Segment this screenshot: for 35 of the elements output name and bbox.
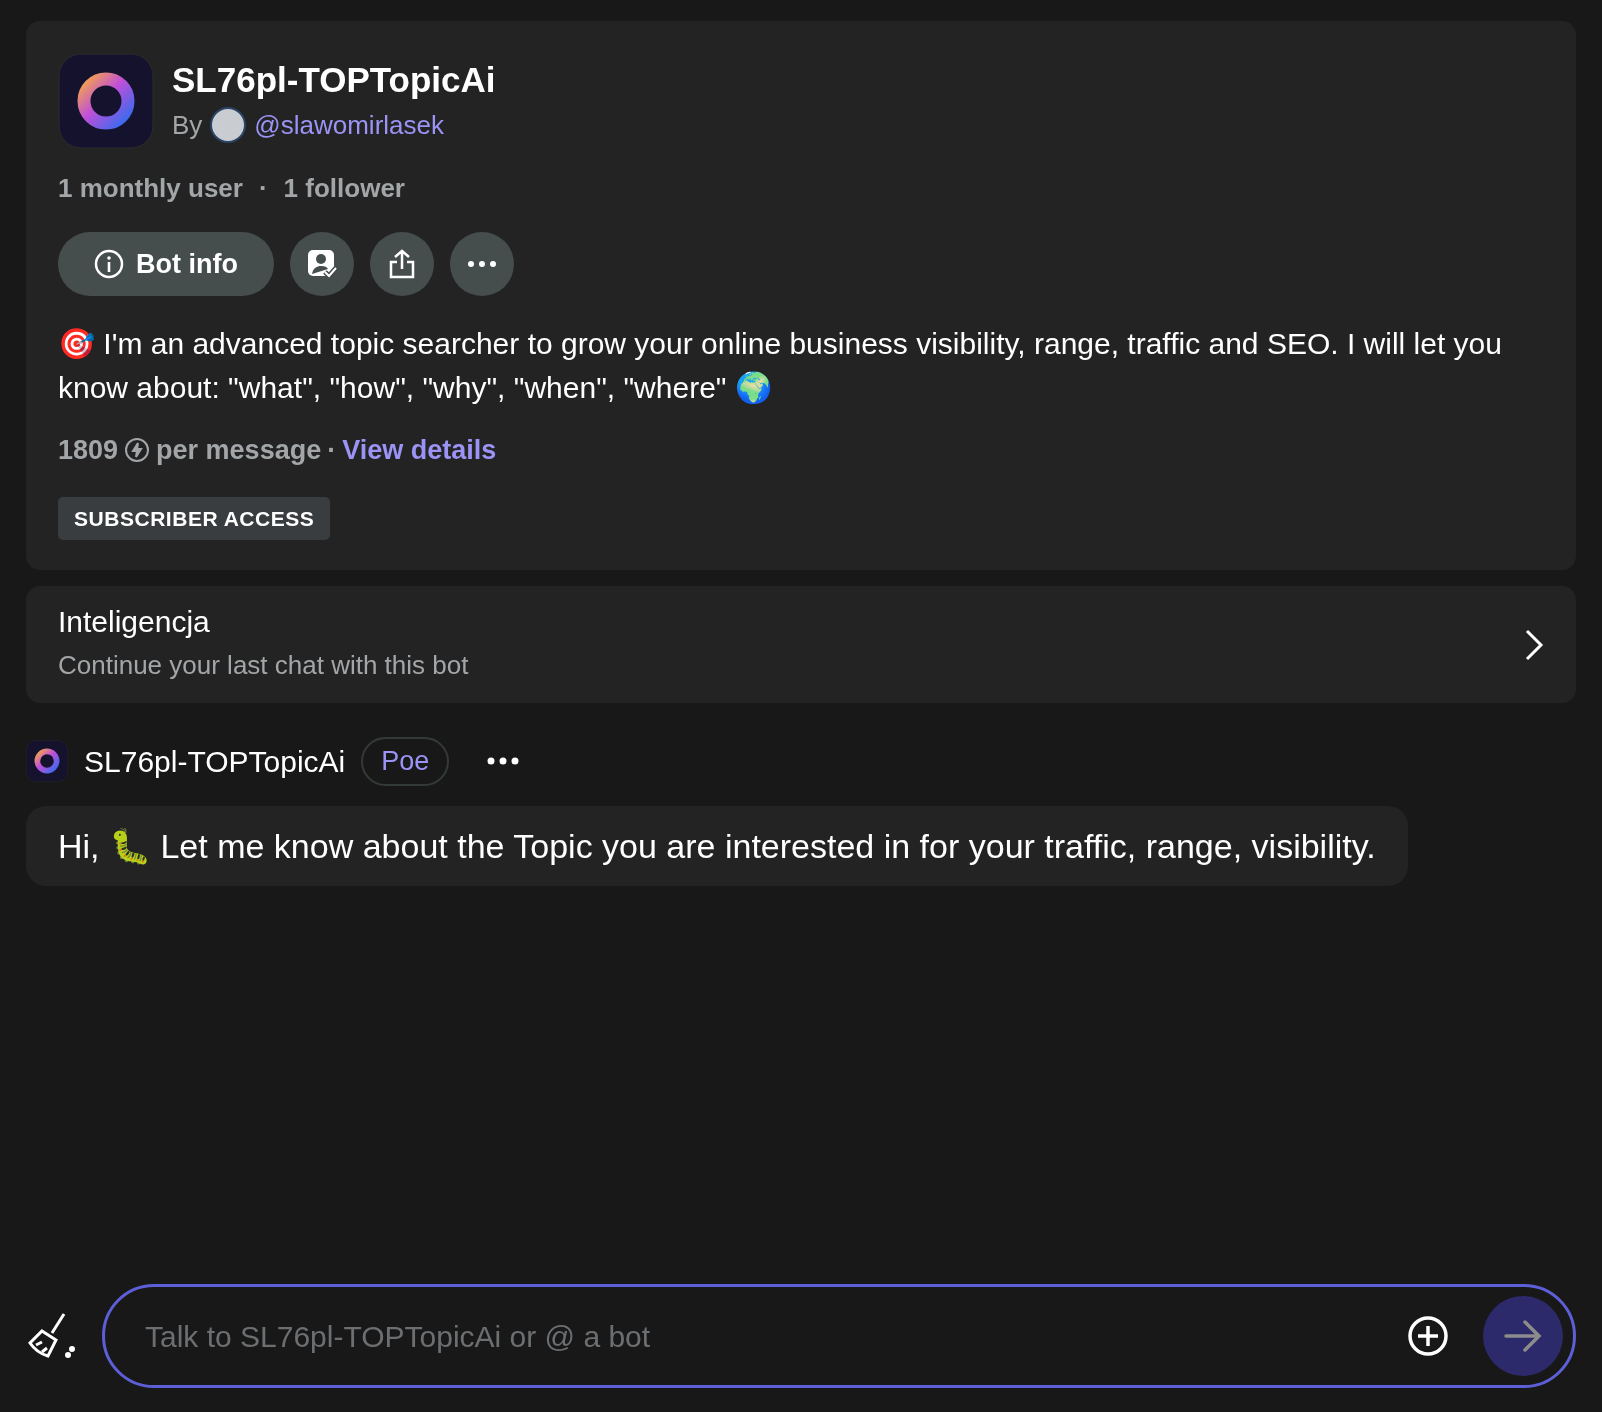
bot-description: 🎯 I'm an advanced topic searcher to grow your online business visibility, range, traffic and SEO. I will let you know about: "what", "how", "why", "when", "where" 🌍 (58, 326, 1503, 406)
price-amount: 1809 (58, 434, 119, 467)
message-input-field[interactable]: Talk to SL76pl-TOPTopicAi or @ a bot (102, 1284, 1576, 1388)
chat-title: Inteligencja (58, 604, 211, 640)
last-chat-card[interactable]: Inteligencja Continue your last chat with this bot (26, 586, 1576, 703)
person-check-icon (306, 249, 337, 279)
separator-dot: · (327, 434, 337, 467)
info-icon (94, 249, 124, 279)
more-icon (466, 260, 497, 268)
bot-logo-icon (58, 53, 154, 149)
add-icon[interactable] (1407, 1315, 1449, 1357)
send-button[interactable] (1483, 1296, 1563, 1376)
chevron-right-icon (1524, 627, 1544, 662)
by-label: By (172, 108, 203, 142)
price-unit: per message (156, 434, 322, 467)
bot-avatar-icon (26, 740, 68, 783)
poe-badge: Poe (361, 737, 450, 786)
arrow-right-icon (1504, 1319, 1542, 1353)
access-badge: SUBSCRIBER ACCESS (58, 496, 331, 540)
more-icon[interactable] (487, 757, 520, 766)
follower-count: 1 follower (283, 172, 405, 205)
message-bubble: Hi, 🐛 Let me know about the Topic you are interested in for your traffic, range, visibility. (26, 805, 1408, 886)
lightning-icon (124, 437, 151, 464)
monthly-users-count: 1 monthly user (58, 172, 243, 205)
author-link[interactable]: @slawomirlasek (254, 105, 444, 145)
message-input[interactable]: Talk to SL76pl-TOPTopicAi or @ a bot (145, 1313, 1407, 1359)
chat-subtitle: Continue your last chat with this bot (58, 649, 469, 682)
broom-icon[interactable] (26, 1311, 76, 1361)
view-details-link[interactable]: View details (342, 430, 497, 471)
separator-dot: · (258, 172, 268, 205)
share-icon (388, 249, 415, 279)
author-avatar (210, 107, 247, 143)
sender-name: SL76pl-TOPTopicAi (84, 743, 346, 780)
bot-name: SL76pl-TOPTopicAi (172, 58, 496, 101)
bot-info-button[interactable]: Bot info (58, 232, 274, 296)
